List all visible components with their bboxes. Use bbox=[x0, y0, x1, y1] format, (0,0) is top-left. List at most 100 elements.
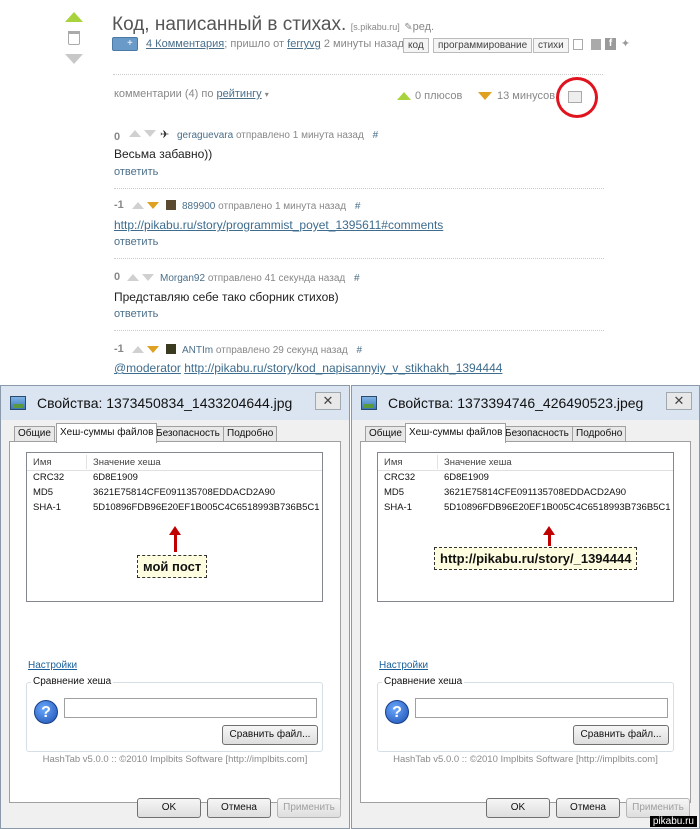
close-button[interactable]: ✕ bbox=[666, 392, 692, 410]
close-button[interactable]: ✕ bbox=[315, 392, 341, 410]
add-button[interactable]: + bbox=[112, 37, 138, 51]
hash-compare-input[interactable] bbox=[64, 698, 317, 718]
reply-link[interactable]: ответить bbox=[114, 236, 158, 248]
hash-row-md5[interactable]: MD5 3621E75814CFE091135708EDDACD2A90 bbox=[378, 486, 673, 501]
red-circle-highlight bbox=[556, 77, 598, 118]
comment-hash-link[interactable]: # bbox=[355, 201, 361, 212]
dialog-title: Свойства: 1373450834_1433204644.jpg bbox=[37, 395, 293, 411]
comment-time: отправлено 29 секунд назад bbox=[215, 345, 348, 356]
reply-link[interactable]: ответить bbox=[114, 308, 158, 320]
hash-row-sha1[interactable]: SHA-1 5D10896FDB96E20EF1B005C4C6518993B73… bbox=[27, 501, 322, 516]
ok-button[interactable]: OK bbox=[486, 798, 550, 818]
settings-link[interactable]: Настройки bbox=[379, 660, 428, 671]
comment-upvote-icon[interactable] bbox=[129, 130, 141, 137]
list-header: Имя Значение хеша bbox=[27, 453, 322, 471]
hash-row-crc32[interactable]: CRC32 6D8E1909 bbox=[378, 471, 673, 486]
comment-downvote-icon[interactable] bbox=[142, 274, 154, 281]
comment-upvote-icon[interactable] bbox=[132, 202, 144, 209]
comment-downvote-icon[interactable] bbox=[144, 130, 156, 137]
ok-button[interactable]: OK bbox=[137, 798, 201, 818]
bookmark-icon[interactable] bbox=[591, 39, 601, 50]
pencil-icon: ✎ bbox=[404, 22, 413, 33]
question-icon: ? bbox=[34, 700, 58, 724]
column-divider bbox=[86, 455, 87, 469]
hash-list[interactable]: Имя Значение хеша CRC32 6D8E1909 MD5 3621E… bbox=[26, 452, 323, 602]
mention-link[interactable]: @moderator bbox=[114, 361, 181, 375]
comment-link[interactable]: http://pikabu.ru/story/kod_napisannyiy_v… bbox=[184, 361, 502, 375]
tab-security[interactable]: Безопасность bbox=[501, 426, 573, 442]
tab-details[interactable]: Подробно bbox=[572, 426, 627, 442]
comment-downvote-icon[interactable] bbox=[147, 346, 159, 353]
hash-name: CRC32 bbox=[384, 472, 416, 483]
add-label: + bbox=[127, 38, 133, 49]
comment-user[interactable]: 889900 bbox=[182, 201, 215, 212]
tab-security[interactable]: Безопасность bbox=[152, 426, 224, 442]
apply-button[interactable]: Применить bbox=[626, 798, 690, 818]
compare-file-button[interactable]: Сравнить файл... bbox=[573, 725, 669, 745]
post-meta: 4 Комментария; пришло от ferryvg 2 минут… bbox=[146, 38, 404, 50]
column-name-header[interactable]: Имя bbox=[33, 457, 52, 468]
comment-hash-link[interactable]: # bbox=[373, 130, 379, 141]
hash-row-crc32[interactable]: CRC32 6D8E1909 bbox=[27, 471, 322, 486]
cancel-button[interactable]: Отмена bbox=[556, 798, 620, 818]
compare-file-button[interactable]: Сравнить файл... bbox=[222, 725, 318, 745]
dialog-titlebar: Свойства: 1373394746_426490523.jpeg ✕ bbox=[352, 386, 699, 420]
column-name-header[interactable]: Имя bbox=[384, 457, 403, 468]
save-icon[interactable] bbox=[573, 39, 583, 50]
tag-programming[interactable]: программирование bbox=[433, 38, 533, 53]
settings-link[interactable]: Настройки bbox=[28, 660, 77, 671]
post-source[interactable]: [s.pikabu.ru] bbox=[351, 22, 400, 32]
comment-upvote-icon[interactable] bbox=[132, 346, 144, 353]
hash-compare-input[interactable] bbox=[415, 698, 668, 718]
comment-user[interactable]: geraguevara bbox=[177, 130, 233, 141]
edit-link[interactable]: ред. bbox=[413, 21, 434, 33]
comment-1-header: 0 bbox=[114, 127, 120, 145]
comment-meta: ANTIm отправлено 29 секунд назад # bbox=[182, 345, 362, 356]
image-file-icon bbox=[10, 396, 26, 410]
comment-hash-link[interactable]: # bbox=[357, 345, 363, 356]
came-from-text: ; пришло от bbox=[224, 38, 285, 50]
apply-button[interactable]: Применить bbox=[277, 798, 341, 818]
tab-file-hashes[interactable]: Хеш-суммы файлов bbox=[405, 423, 507, 443]
comment-hash-link[interactable]: # bbox=[354, 273, 360, 284]
cancel-button[interactable]: Отмена bbox=[207, 798, 271, 818]
comment-rating: -1 bbox=[114, 343, 124, 355]
tab-details[interactable]: Подробно bbox=[223, 426, 278, 442]
tag-code[interactable]: код bbox=[403, 38, 429, 53]
reply-link[interactable]: ответить bbox=[114, 166, 158, 178]
tab-general[interactable]: Общие bbox=[365, 426, 406, 442]
hash-row-sha1[interactable]: SHA-1 5D10896FDB96E20EF1B005C4C6518993B73… bbox=[378, 501, 673, 516]
comment-user[interactable]: ANTIm bbox=[182, 345, 213, 356]
facebook-icon[interactable]: f bbox=[605, 38, 616, 50]
tab-general[interactable]: Общие bbox=[14, 426, 55, 442]
downvote-icon[interactable] bbox=[65, 54, 83, 64]
tag-poems[interactable]: стихи bbox=[533, 38, 569, 53]
comment-link[interactable]: http://pikabu.ru/story/programmist_poyet… bbox=[114, 218, 443, 232]
hash-name: CRC32 bbox=[33, 472, 65, 483]
tab-file-hashes[interactable]: Хеш-суммы файлов bbox=[56, 423, 158, 443]
divider bbox=[114, 188, 604, 189]
column-value-header[interactable]: Значение хеша bbox=[93, 457, 161, 468]
chevron-down-icon: ▾ bbox=[264, 90, 269, 99]
trash-icon[interactable] bbox=[68, 31, 80, 45]
properties-dialog-2: Свойства: 1373394746_426490523.jpeg ✕ Об… bbox=[351, 385, 700, 829]
minus-count: 13 минусов bbox=[497, 90, 556, 102]
comment-downvote-icon[interactable] bbox=[147, 202, 159, 209]
post-title[interactable]: Код, написанный в стихах. bbox=[112, 14, 346, 35]
hash-list[interactable]: Имя Значение хеша CRC32 6D8E1909 MD5 3621E… bbox=[377, 452, 674, 602]
comment-user[interactable]: Morgan92 bbox=[160, 273, 205, 284]
comments-link[interactable]: 4 Комментария bbox=[146, 38, 224, 50]
column-value-header[interactable]: Значение хеша bbox=[444, 457, 512, 468]
arrow-up-icon bbox=[543, 526, 555, 546]
hash-name: SHA-1 bbox=[33, 502, 61, 513]
twitter-icon[interactable]: ✦ bbox=[620, 38, 631, 50]
author-link[interactable]: ferryvg bbox=[287, 38, 321, 50]
hash-value: 3621E75814CFE091135708EDDACD2A90 bbox=[93, 487, 276, 498]
post-header: Код, написанный в стихах. [s.pikabu.ru] … bbox=[112, 14, 434, 36]
sort-dropdown[interactable]: рейтингу bbox=[217, 88, 262, 100]
hash-row-md5[interactable]: MD5 3621E75814CFE091135708EDDACD2A90 bbox=[27, 486, 322, 501]
upvote-icon[interactable] bbox=[65, 12, 83, 22]
comment-upvote-icon[interactable] bbox=[127, 274, 139, 281]
hash-value: 3621E75814CFE091135708EDDACD2A90 bbox=[444, 487, 627, 498]
hash-compare-group: Сравнение хеша ? Сравнить файл... bbox=[377, 676, 674, 752]
